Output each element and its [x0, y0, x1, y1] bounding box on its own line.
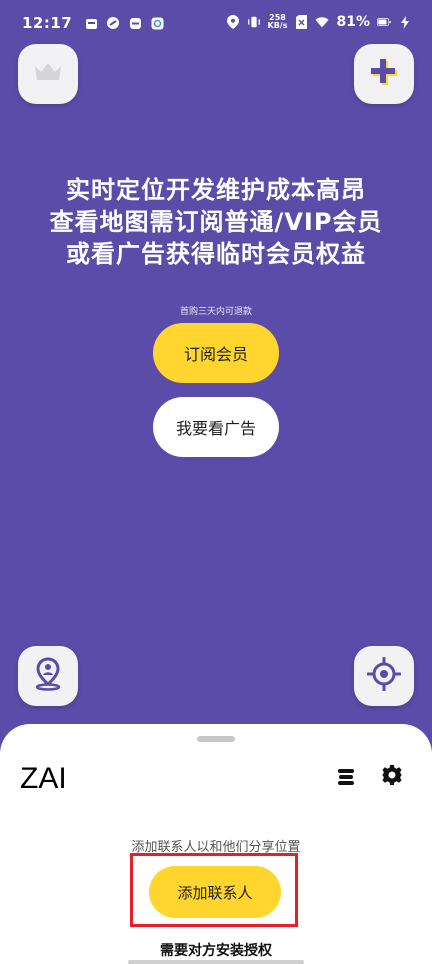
user-location-button[interactable]	[18, 646, 78, 706]
vip-crown-button[interactable]	[18, 44, 78, 104]
status-time: 12:17	[22, 14, 73, 32]
paywall-headline: 实时定位开发维护成本高昂 查看地图需订阅普通/VIP会员 或看广告获得临时会员权…	[0, 174, 432, 270]
menu-icon	[336, 767, 356, 791]
headline-line-1: 实时定位开发维护成本高昂	[66, 176, 366, 204]
watch-ad-button[interactable]: 我要看广告	[153, 397, 279, 457]
network-speed-unit: KB/s	[267, 21, 288, 30]
settings-button[interactable]	[379, 764, 405, 790]
user-location-icon	[33, 657, 63, 695]
network-speed: 258 KB/s	[268, 14, 288, 30]
battery-percent: 81%	[336, 14, 370, 30]
locate-me-button[interactable]	[354, 646, 414, 706]
subscribe-button[interactable]: 订阅会员	[153, 323, 279, 383]
wifi-icon	[315, 15, 330, 29]
headline-line-3: 或看广告获得临时会员权益	[66, 240, 366, 268]
sim-icon	[294, 15, 308, 29]
app-notification-icon	[150, 16, 164, 30]
vibrate-icon	[247, 15, 261, 29]
status-left: 12:17	[22, 14, 164, 32]
add-contact-button[interactable]: 添加联系人	[149, 866, 281, 918]
location-pin-icon	[226, 15, 240, 29]
calendar-icon	[84, 16, 98, 30]
battery-icon	[377, 15, 391, 29]
sheet-drag-handle[interactable]	[197, 736, 235, 742]
refund-note: 首购三天内可退款	[179, 307, 252, 317]
gear-icon	[381, 764, 403, 790]
home-indicator[interactable]	[128, 960, 304, 964]
authorization-note: 需要对方安装授权	[160, 943, 272, 959]
charging-icon	[398, 15, 412, 29]
add-button[interactable]	[354, 44, 414, 104]
minus-box-icon	[128, 16, 142, 30]
status-right: 258 KB/s 81%	[226, 14, 413, 30]
sheet-title: ZAI	[20, 762, 67, 795]
plus-icon	[367, 55, 401, 93]
link-icon	[106, 16, 120, 30]
menu-button[interactable]	[333, 766, 359, 792]
contacts-bottom-sheet: ZAI 添加联系人以和他们分享位置 添加联系人 需要对方安装授权	[0, 724, 432, 964]
crown-icon	[33, 60, 63, 88]
crosshair-icon	[366, 656, 402, 695]
headline-line-2: 查看地图需订阅普通/VIP会员	[49, 208, 383, 236]
